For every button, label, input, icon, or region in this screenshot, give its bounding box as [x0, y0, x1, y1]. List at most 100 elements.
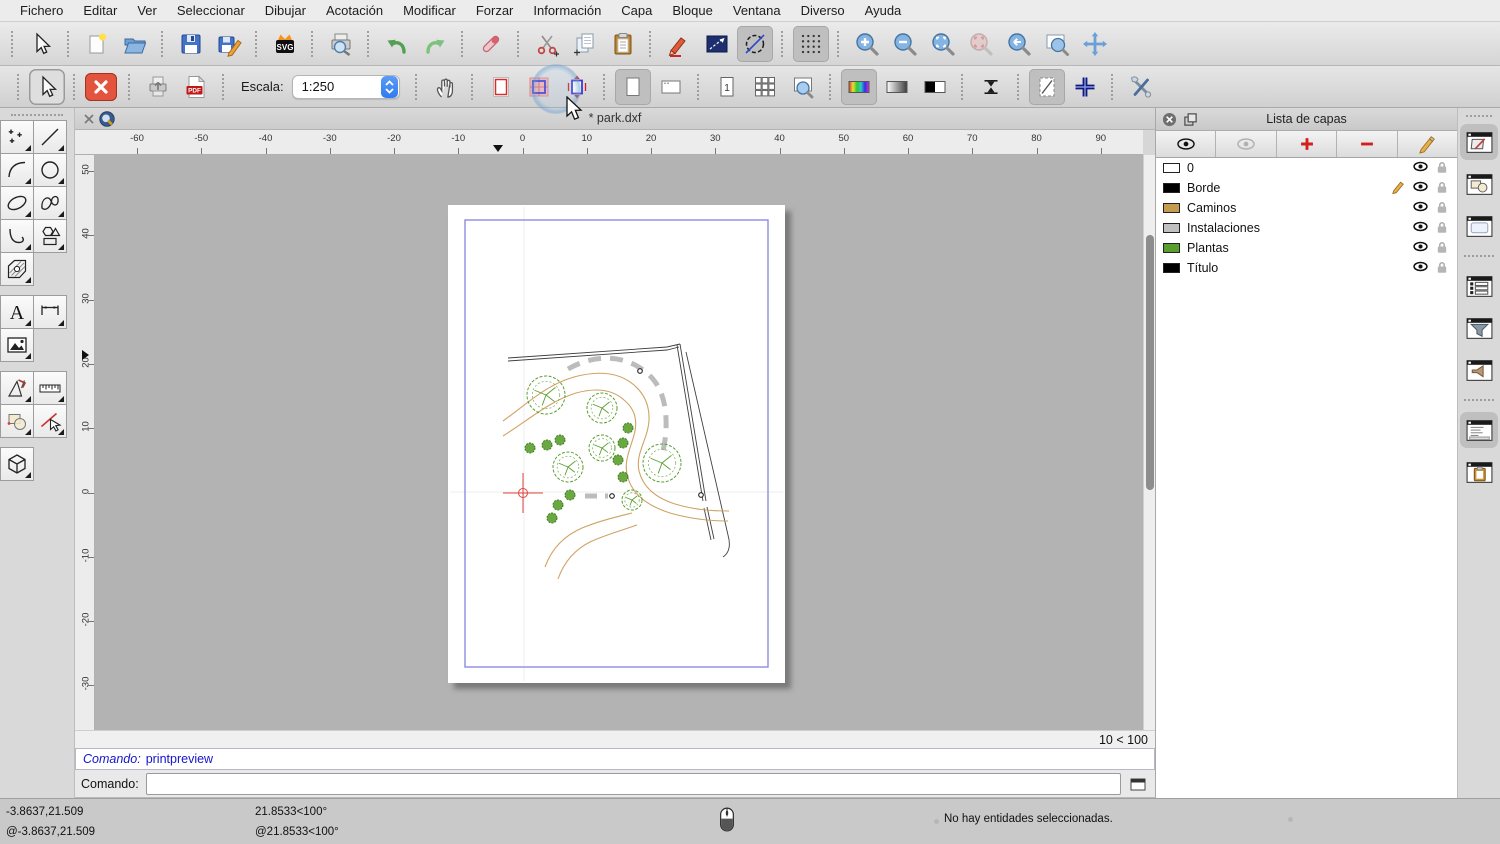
toolbar-handle[interactable]: [1017, 74, 1021, 100]
ellipse-tools-button[interactable]: [0, 186, 34, 220]
menu-acotacion[interactable]: Acotación: [316, 0, 393, 22]
panel-clipboard-button[interactable]: [1460, 454, 1498, 490]
toolbar-handle[interactable]: [517, 31, 521, 57]
layer-visibility-icon[interactable]: [1413, 179, 1428, 197]
panel-view-list-button[interactable]: [1460, 208, 1498, 244]
menu-bloque[interactable]: Bloque: [662, 0, 722, 22]
auto-fit-drawing-button[interactable]: [559, 69, 595, 105]
layer-lock-icon[interactable]: [1435, 220, 1449, 237]
hatch-tools-button[interactable]: [0, 252, 34, 286]
zoom-previous-button[interactable]: [1001, 26, 1037, 62]
text-tools-button[interactable]: A: [0, 295, 34, 329]
panel-layer-list-button[interactable]: [1460, 124, 1498, 160]
pdf-export-button[interactable]: PDF: [178, 69, 214, 105]
page-portrait-button[interactable]: [615, 69, 651, 105]
toolbar-handle[interactable]: [11, 31, 15, 57]
save-as-button[interactable]: [211, 26, 247, 62]
menu-ventana[interactable]: Ventana: [723, 0, 791, 22]
multiple-pages-button[interactable]: [747, 69, 783, 105]
show-crosshair-button[interactable]: [1067, 69, 1103, 105]
toolbar-handle[interactable]: [73, 74, 77, 100]
layer-row-instalaciones[interactable]: Instalaciones: [1156, 218, 1457, 238]
save-button[interactable]: [173, 26, 209, 62]
panel-property-editor-button[interactable]: [1460, 268, 1498, 304]
ruler-tools-button[interactable]: [33, 371, 67, 405]
pan-button[interactable]: [1077, 26, 1113, 62]
misc-draw-tools-button[interactable]: [0, 371, 34, 405]
layer-panel-close-icon[interactable]: [1162, 112, 1177, 127]
delete-entities-button[interactable]: [473, 26, 509, 62]
layer-row-borde[interactable]: Borde: [1156, 178, 1457, 198]
single-page-button[interactable]: 1: [709, 69, 745, 105]
undo-button[interactable]: [379, 26, 415, 62]
svg-export-button[interactable]: SVG: [267, 26, 303, 62]
select-tool-preview-button[interactable]: [29, 69, 65, 105]
layer-color-swatch[interactable]: [1163, 203, 1180, 213]
pan-hand-button[interactable]: [427, 69, 463, 105]
layer-row-plantas[interactable]: Plantas: [1156, 238, 1457, 258]
zoom-to-page-button[interactable]: [785, 69, 821, 105]
panel-library-browser-button[interactable]: [1460, 352, 1498, 388]
stepper-icon[interactable]: [381, 76, 398, 98]
layer-color-swatch[interactable]: [1163, 243, 1180, 253]
page-landscape-button[interactable]: [653, 69, 689, 105]
polyline-tools-button[interactable]: [0, 219, 34, 253]
zoom-selection-button[interactable]: [963, 26, 999, 62]
layer-color-swatch[interactable]: [1163, 263, 1180, 273]
redo-button[interactable]: [417, 26, 453, 62]
layer-lock-icon[interactable]: [1435, 160, 1449, 177]
show-paper-borders-button[interactable]: [483, 69, 519, 105]
layer-row-0[interactable]: 0: [1156, 158, 1457, 178]
layer-visibility-icon[interactable]: [1413, 259, 1428, 277]
menu-capa[interactable]: Capa: [611, 0, 662, 22]
edit-layer-button[interactable]: [1398, 131, 1457, 157]
full-color-button[interactable]: [841, 69, 877, 105]
toolbar-handle[interactable]: [415, 74, 419, 100]
edit-properties-button[interactable]: [661, 26, 697, 62]
layer-visibility-icon[interactable]: [1413, 219, 1428, 237]
command-input[interactable]: [146, 773, 1121, 795]
layer-panel-float-icon[interactable]: [1183, 112, 1198, 127]
command-toggle-icon[interactable]: [1127, 775, 1149, 793]
modify-tools-button[interactable]: [33, 404, 67, 438]
drawing-canvas[interactable]: [95, 155, 1143, 730]
toolbar-handle[interactable]: [128, 74, 132, 100]
layer-lock-icon[interactable]: [1435, 200, 1449, 217]
layer-row-caminos[interactable]: Caminos: [1156, 198, 1457, 218]
solid-tools-button[interactable]: [0, 447, 34, 481]
paste-button[interactable]: [605, 26, 641, 62]
scale-select[interactable]: 1:250: [292, 75, 400, 99]
print-button[interactable]: [140, 69, 176, 105]
measure-distance-button[interactable]: [699, 26, 735, 62]
menu-diverso[interactable]: Diverso: [791, 0, 855, 22]
point-tools-button[interactable]: [0, 120, 34, 154]
toolbar-handle[interactable]: [829, 74, 833, 100]
add-layer-button[interactable]: [1277, 131, 1337, 157]
menu-informacion[interactable]: Información: [523, 0, 611, 22]
toolbar-handle[interactable]: [311, 31, 315, 57]
horizontal-scrollbar[interactable]: 10 < 100: [75, 730, 1155, 748]
construction-mode-button[interactable]: [737, 26, 773, 62]
vertical-scrollbar[interactable]: [1143, 155, 1155, 730]
toolbar-handle[interactable]: [961, 74, 965, 100]
toolbar-handle[interactable]: [1111, 74, 1115, 100]
toolbar-handle[interactable]: [17, 74, 21, 100]
print-preview-button[interactable]: [323, 26, 359, 62]
palette-handle[interactable]: [11, 114, 63, 116]
toolbar-handle[interactable]: [161, 31, 165, 57]
grayscale-button[interactable]: [879, 69, 915, 105]
close-print-preview-button[interactable]: [85, 73, 117, 101]
arc-tools-button[interactable]: [0, 153, 34, 187]
menu-seleccionar[interactable]: Seleccionar: [167, 0, 255, 22]
layer-lock-icon[interactable]: [1435, 180, 1449, 197]
toolbar-handle[interactable]: [67, 31, 71, 57]
copy-button[interactable]: [567, 26, 603, 62]
vertical-scrollbar-thumb[interactable]: [1146, 235, 1154, 490]
layer-lock-icon[interactable]: [1435, 260, 1449, 277]
paper-offset-button[interactable]: [973, 69, 1009, 105]
open-file-button[interactable]: [117, 26, 153, 62]
menu-fichero[interactable]: Fichero: [10, 0, 73, 22]
zoom-out-button[interactable]: [887, 26, 923, 62]
circle-tools-button[interactable]: [33, 153, 67, 187]
dock-handle[interactable]: [1466, 115, 1492, 117]
